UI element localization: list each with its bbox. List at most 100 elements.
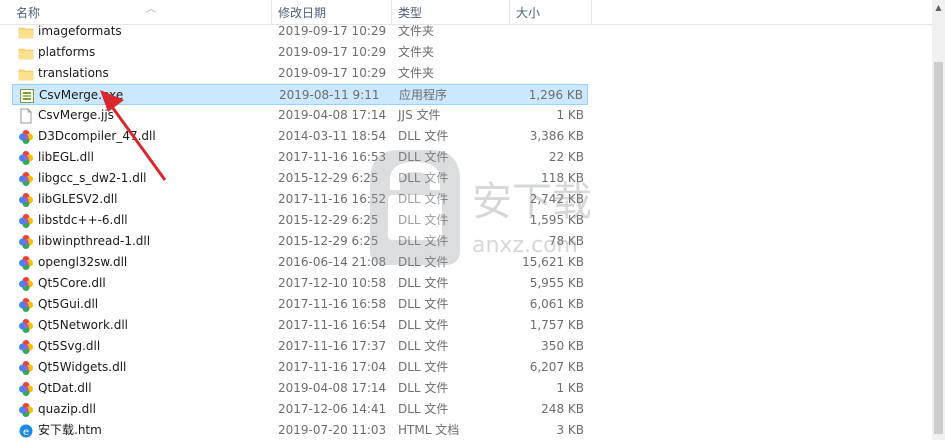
file-name: D3Dcompiler_47.dll [38, 129, 156, 143]
file-row[interactable]: libstdc++-6.dll 2015-12-29 6:25 DLL 文件 1,59… [12, 210, 588, 231]
file-type: DLL 文件 [398, 360, 449, 374]
file-type: DLL 文件 [398, 234, 449, 248]
file-name: Qt5Widgets.dll [38, 360, 127, 374]
file-date: 2017-11-16 16:54 [278, 318, 387, 332]
file-row[interactable]: translations 2019-09-17 10:29 文件夹 [12, 63, 588, 84]
file-date: 2019-09-17 10:29 [278, 45, 387, 59]
file-type: JJS 文件 [398, 108, 441, 122]
scroll-thumb[interactable] [934, 62, 943, 434]
column-header-size-label: 大小 [516, 6, 541, 20]
file-type: DLL 文件 [398, 171, 449, 185]
file-type: DLL 文件 [398, 276, 449, 290]
column-header-name-label: 名称 [16, 6, 41, 20]
file-size: 15,621 KB [522, 255, 584, 269]
file-row[interactable]: CsvMerge.jjs 2019-04-08 17:14 JJS 文件 1 KB [12, 105, 588, 126]
file-size: 6,207 KB [529, 360, 584, 374]
file-date: 2017-12-10 10:58 [278, 276, 387, 290]
file-size: 5,955 KB [529, 276, 584, 290]
file-row[interactable]: libwinpthread-1.dll 2015-12-29 6:25 DLL 文件… [12, 231, 588, 252]
file-date: 2017-11-16 17:37 [278, 339, 387, 353]
file-name: libGLESV2.dll [38, 192, 118, 206]
file-date: 2019-07-20 11:03 [278, 423, 387, 437]
file-date: 2017-11-16 16:58 [278, 297, 387, 311]
file-date: 2017-12-06 14:41 [278, 402, 387, 416]
column-header-size[interactable]: 大小 [510, 0, 592, 24]
column-header-date-label: 修改日期 [278, 6, 327, 20]
file-date: 2019-08-11 9:11 [279, 88, 380, 102]
dll-icon [19, 298, 33, 312]
folder-icon [18, 48, 34, 60]
file-name: libwinpthread-1.dll [38, 234, 151, 248]
application-icon [20, 89, 34, 103]
dll-icon [19, 193, 33, 207]
file-date: 2015-12-29 6:25 [278, 234, 379, 248]
file-date: 2016-06-14 21:08 [278, 255, 387, 269]
file-row[interactable]: Qt5Core.dll 2017-12-10 10:58 DLL 文件 5,955 K… [12, 273, 588, 294]
file-date: 2015-12-29 6:25 [278, 171, 379, 185]
file-name: Qt5Svg.dll [38, 339, 101, 353]
folder-icon [18, 27, 34, 39]
file-size: 78 KB [548, 234, 584, 248]
dll-icon [19, 172, 33, 186]
file-row[interactable]: libGLESV2.dll 2017-11-16 16:52 DLL 文件 2,742… [12, 189, 588, 210]
file-type: DLL 文件 [398, 402, 449, 416]
dll-icon [19, 340, 33, 354]
dll-icon [19, 403, 33, 417]
scroll-up-icon[interactable]: ▲ [932, 0, 945, 16]
file-name: 安下载.htm [38, 423, 102, 437]
file-name: QtDat.dll [38, 381, 92, 395]
file-row[interactable]: platforms 2019-09-17 10:29 文件夹 [12, 42, 588, 63]
file-size: 22 KB [548, 150, 584, 164]
file-row[interactable]: CsvMerge.exe 2019-08-11 9:11 应用程序 1,296 KB [12, 84, 588, 105]
dll-icon [19, 130, 33, 144]
file-name: translations [38, 66, 109, 80]
file-row[interactable]: libgcc_s_dw2-1.dll 2015-12-29 6:25 DLL 文件 1… [12, 168, 588, 189]
file-type: DLL 文件 [398, 381, 449, 395]
file-size: 1,757 KB [529, 318, 584, 332]
file-name: Qt5Core.dll [38, 276, 106, 290]
file-type: HTML 文档 [398, 423, 460, 437]
file-name: quazip.dll [38, 402, 96, 416]
file-row[interactable]: D3Dcompiler_47.dll 2014-03-11 18:54 DLL 文件… [12, 126, 588, 147]
file-size: 6,061 KB [529, 297, 584, 311]
file-size: 1,595 KB [529, 213, 584, 227]
file-type: 文件夹 [398, 66, 435, 80]
file-type: 文件夹 [398, 45, 435, 59]
file-type: DLL 文件 [398, 129, 449, 143]
file-name: libstdc++-6.dll [38, 213, 128, 227]
html-document-icon: e [19, 424, 33, 438]
file-date: 2019-04-08 17:14 [278, 381, 387, 395]
file-name: Qt5Gui.dll [38, 297, 99, 311]
file-name: libEGL.dll [38, 150, 94, 164]
file-row[interactable]: Qt5Network.dll 2017-11-16 16:54 DLL 文件 1,75… [12, 315, 588, 336]
file-row[interactable]: Qt5Gui.dll 2017-11-16 16:58 DLL 文件 6,061 KB [12, 294, 588, 315]
file-row[interactable]: Qt5Widgets.dll 2017-11-16 17:04 DLL 文件 6,20… [12, 357, 588, 378]
file-row[interactable]: QtDat.dll 2019-04-08 17:14 DLL 文件 1 KB [12, 378, 588, 399]
dll-icon [19, 361, 33, 375]
column-header-type[interactable]: 类型 [392, 0, 510, 24]
file-row[interactable]: Qt5Svg.dll 2017-11-16 17:37 DLL 文件 350 KB [12, 336, 588, 357]
file-row[interactable]: quazip.dll 2017-12-06 14:41 DLL 文件 248 KB [12, 399, 588, 420]
dll-icon [19, 319, 33, 333]
file-row[interactable]: libEGL.dll 2017-11-16 16:53 DLL 文件 22 KB [12, 147, 588, 168]
column-header-date[interactable]: 修改日期 [272, 0, 392, 24]
column-header-bar: 名称 ︿ 修改日期 类型 大小 [0, 0, 932, 25]
file-name: libgcc_s_dw2-1.dll [38, 171, 147, 185]
dll-icon [19, 256, 33, 270]
dll-icon [19, 382, 33, 396]
vertical-scrollbar[interactable]: ▲ [932, 0, 945, 440]
file-date: 2019-04-08 17:14 [278, 108, 387, 122]
file-size: 3,386 KB [529, 129, 584, 143]
file-size: 1 KB [556, 108, 584, 122]
file-size: 1 KB [556, 381, 584, 395]
file-type: DLL 文件 [398, 150, 449, 164]
file-row[interactable]: opengl32sw.dll 2016-06-14 21:08 DLL 文件 15,6… [12, 252, 588, 273]
file-size: 248 KB [541, 402, 584, 416]
file-row[interactable]: e 安下载.htm 2019-07-20 11:03 HTML 文档 3 KB [12, 420, 588, 441]
file-date: 2014-03-11 18:54 [278, 129, 387, 143]
dll-icon [19, 235, 33, 249]
file-name: Qt5Network.dll [38, 318, 128, 332]
file-date: 2017-11-16 16:52 [278, 192, 387, 206]
file-type: DLL 文件 [398, 297, 449, 311]
column-header-name[interactable]: 名称 ︿ [10, 0, 272, 24]
